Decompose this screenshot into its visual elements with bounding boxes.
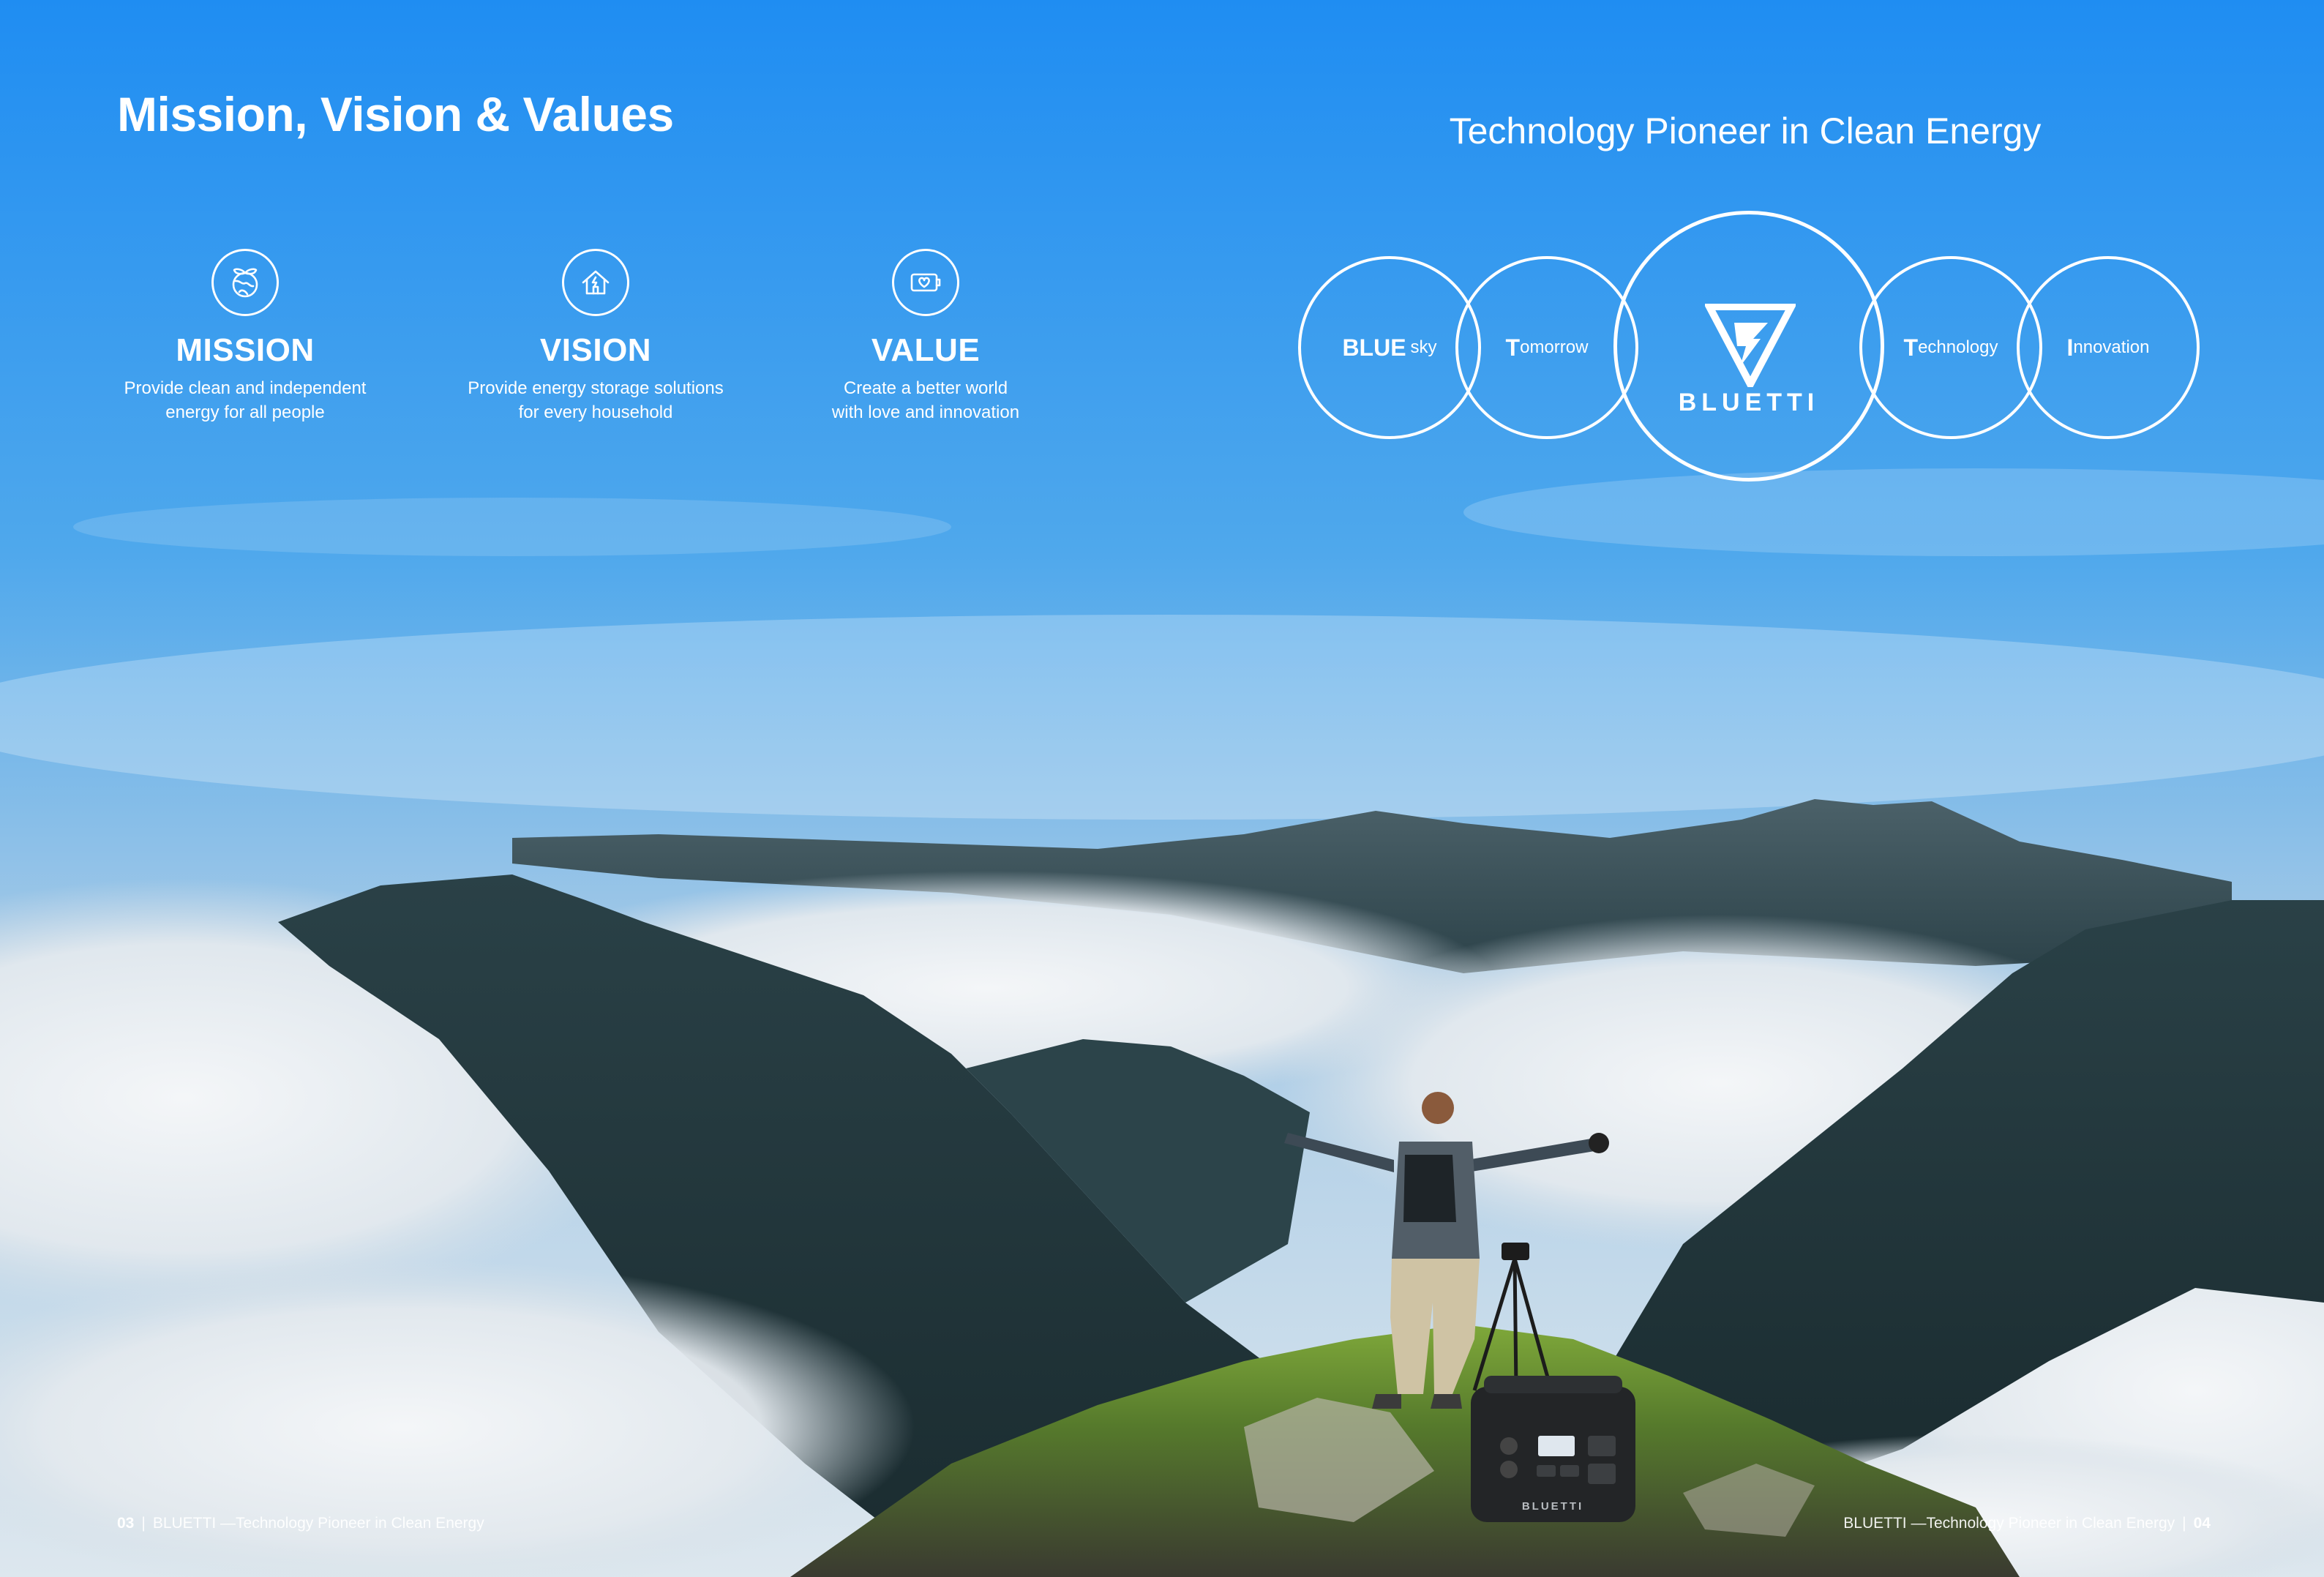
background-scene: BLUE T T I xyxy=(0,0,2324,1577)
page-number: 04 xyxy=(2193,1515,2211,1532)
earth-leaf-icon xyxy=(211,249,279,316)
footer-separator: | xyxy=(141,1515,146,1532)
logo-wordmark: BLUETTI xyxy=(1678,389,1820,416)
acronym-rest: sky xyxy=(1410,337,1437,357)
bluetti-logo-icon xyxy=(1705,304,1796,387)
battery-heart-icon xyxy=(892,249,959,316)
acronym-circle-innovation: I nnovation xyxy=(2017,256,2200,439)
page-title: Mission, Vision & Values xyxy=(117,87,674,141)
acronym-rest: nnovation xyxy=(2073,337,2150,357)
footer-text: BLUETTI —Technology Pioneer in Clean Ene… xyxy=(152,1515,484,1532)
pillar-text: energy for all people xyxy=(165,402,325,422)
pillar-heading-vision: VISION xyxy=(539,332,652,368)
acronym-lead: T xyxy=(1903,334,1919,361)
home-energy-icon xyxy=(562,249,629,316)
pillar-heading-mission: MISSION xyxy=(176,332,315,368)
pillar-heading-value: VALUE xyxy=(871,332,981,368)
acronym-lead: BLUE xyxy=(1342,334,1406,361)
pillar-value: VALUE Create a better world with love an… xyxy=(757,249,1094,424)
pillar-text: Create a better world xyxy=(843,378,1008,398)
acronym-lead: T xyxy=(1505,334,1521,361)
pillar-text: for every household xyxy=(518,402,673,422)
bluetti-logo-circle: BLUETTI xyxy=(1613,211,1884,482)
acronym-circle-bluesky: BLUE sky xyxy=(1298,256,1481,439)
pillar-mission: MISSION Provide clean and independent en… xyxy=(77,249,413,424)
brand-tagline: Technology Pioneer in Clean Energy xyxy=(1449,110,2042,151)
footer-left: 03 | BLUETTI —Technology Pioneer in Clean … xyxy=(117,1515,484,1532)
pillar-text: Provide energy storage solutions xyxy=(468,378,724,398)
acronym-rest: omorrow xyxy=(1520,337,1589,357)
footer-text: BLUETTI —Technology Pioneer in Clean Ene… xyxy=(1843,1515,2175,1532)
page-number: 03 xyxy=(117,1515,135,1532)
pillar-vision: VISION Provide energy storage solutions … xyxy=(427,249,764,424)
footer-right: BLUETTI —Technology Pioneer in Clean Ene… xyxy=(1843,1515,2211,1532)
acronym-circle-technology: T echnology xyxy=(1859,256,2042,439)
acronym-circle-tomorrow: T omorrow xyxy=(1455,256,1638,439)
pillar-text: with love and innovation xyxy=(831,402,1020,422)
acronym-lead: I xyxy=(2066,334,2074,361)
product-label: BLUETTI xyxy=(1522,1500,1583,1513)
acronym-rest: echnology xyxy=(1918,337,1998,357)
pillar-text: Provide clean and independent xyxy=(124,378,367,398)
footer-separator: | xyxy=(2182,1515,2186,1532)
